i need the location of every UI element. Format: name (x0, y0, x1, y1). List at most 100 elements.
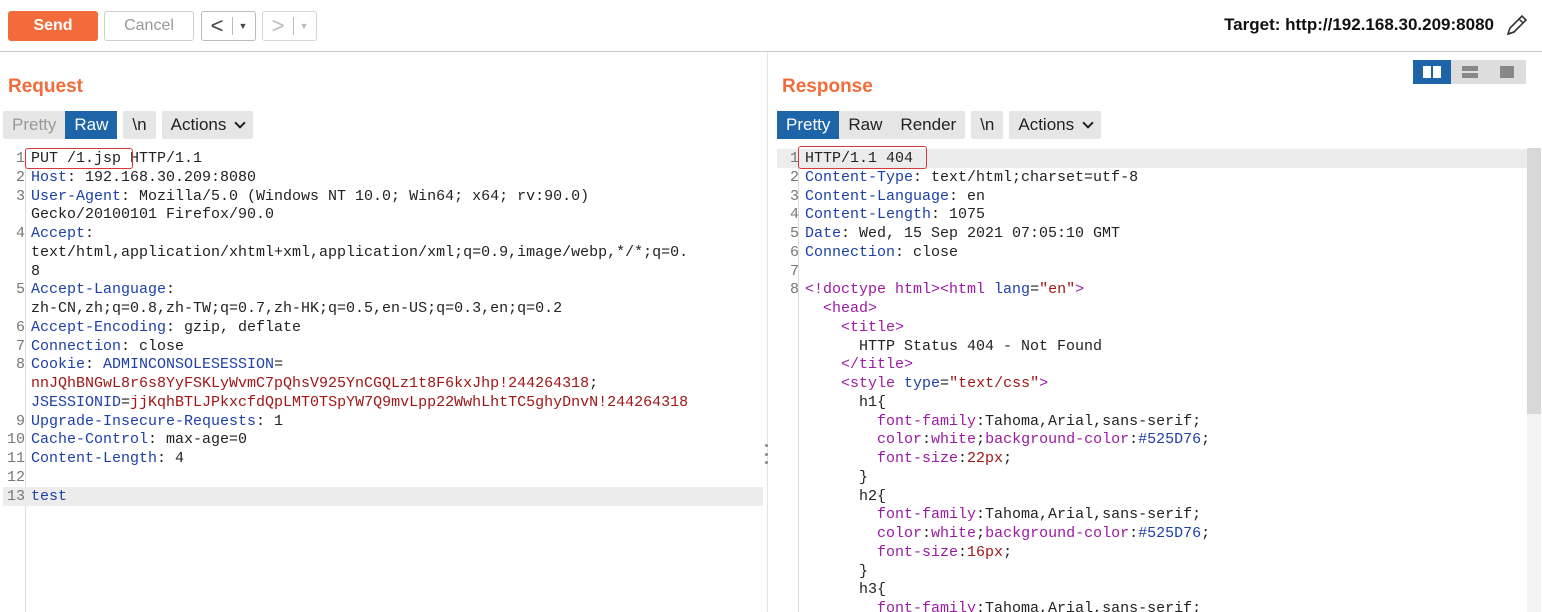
response-code-line[interactable]: h1{ (777, 393, 1527, 412)
code-token: font-family (877, 506, 977, 524)
response-code-line[interactable]: h2{ (777, 487, 1527, 506)
code-text: zh-CN,zh;q=0.8,zh-TW;q=0.7,zh-HK;q=0.5,e… (31, 299, 763, 318)
request-code-line[interactable]: 4 Accept: (3, 224, 763, 243)
request-code-line[interactable]: text/html,application/xhtml+xml,applicat… (3, 243, 763, 262)
request-code-line[interactable]: 10 Cache-Control: max-age=0 (3, 430, 763, 449)
code-text: Accept-Language: (31, 280, 763, 299)
response-code-line[interactable]: font-size:22px; (777, 449, 1527, 468)
response-tab-pretty[interactable]: Pretty (777, 111, 840, 139)
code-token: : 1 (256, 412, 284, 430)
code-text: Upgrade-Insecure-Requests: 1 (31, 412, 763, 431)
response-code-line[interactable]: <head> (777, 299, 1527, 318)
response-code-line[interactable]: </title> (777, 355, 1527, 374)
code-token: "text/css" (949, 375, 1040, 392)
response-code-line[interactable]: 6 Connection: close (777, 243, 1527, 262)
response-title: Response (782, 76, 873, 97)
request-code-line[interactable]: JSESSIONID=jjKqhBTLJPkxcfdQpLMT0TSpYW7Q9… (3, 393, 763, 412)
response-actions-label: Actions (1018, 115, 1075, 134)
code-token: : en (949, 187, 986, 205)
request-code-line[interactable]: 7 Connection: close (3, 337, 763, 356)
dropdown-arrow-icon[interactable]: ▼ (294, 21, 314, 31)
response-code-line[interactable]: } (777, 562, 1527, 581)
request-actions-button[interactable]: Actions (162, 111, 254, 139)
response-code-line[interactable]: 2 Content-Type: text/html;charset=utf-8 (777, 168, 1527, 187)
cancel-button[interactable]: Cancel (104, 11, 194, 41)
line-number: 8 (789, 281, 799, 299)
response-code-line[interactable]: 3 Content-Language: en (777, 187, 1527, 206)
response-code-line[interactable]: color:white;background-color:#525D76; (777, 430, 1527, 449)
code-token: : (958, 543, 968, 561)
request-code-line[interactable]: 12 (3, 468, 763, 487)
code-token: HTTP Status 404 - Not Found (805, 337, 1103, 355)
code-text: Cookie: ADMINCONSOLESESSION= (31, 355, 763, 374)
dropdown-arrow-icon[interactable]: ▼ (233, 21, 253, 31)
history-back-button[interactable]: < ▼ (201, 11, 256, 41)
response-code-line[interactable]: h3{ (777, 580, 1527, 599)
code-text: 8 (31, 262, 763, 281)
request-code-line[interactable]: 9 Upgrade-Insecure-Requests: 1 (3, 412, 763, 431)
response-code-line[interactable]: font-family:Tahoma,Arial,sans-serif; (777, 505, 1527, 524)
code-token: lang (994, 281, 1031, 299)
code-token: font-family (877, 412, 977, 430)
request-code-line[interactable]: zh-CN,zh;q=0.8,zh-TW;q=0.7,zh-HK;q=0.5,e… (3, 299, 763, 318)
request-code-line[interactable]: 5 Accept-Language: (3, 280, 763, 299)
response-scrollbar-thumb[interactable] (1527, 148, 1541, 414)
code-token: Accept-Encoding (31, 318, 167, 336)
code-token: : close (895, 243, 959, 261)
code-token: Upgrade-Insecure-Requests (31, 412, 257, 430)
code-token: Accept-Language (31, 281, 167, 299)
line-number: 2 (789, 168, 799, 186)
response-code-line[interactable]: color:white;background-color:#525D76; (777, 524, 1527, 543)
request-editor[interactable]: 1 PUT /1.jsp HTTP/1.1 2 Host: 192.168.30.20… (3, 148, 763, 612)
response-code-line[interactable]: 4 Content-Length: 1075 (777, 205, 1527, 224)
send-button[interactable]: Send (8, 11, 98, 41)
layout-stacked-icon[interactable] (1451, 60, 1489, 84)
code-text: </title> (805, 355, 1527, 374)
request-code-line[interactable]: 6 Accept-Encoding: gzip, deflate (3, 318, 763, 337)
code-text: text/html,application/xhtml+xml,applicat… (31, 243, 763, 262)
response-code-line[interactable]: <title> (777, 318, 1527, 337)
response-tab-render[interactable]: Render (891, 111, 965, 139)
response-code-line[interactable]: font-size:16px; (777, 543, 1527, 562)
splitter-handle-icon[interactable] (763, 444, 769, 464)
code-text: HTTP Status 404 - Not Found (805, 337, 1527, 356)
code-token: : (166, 281, 176, 299)
pane-divider[interactable] (767, 52, 768, 612)
response-tab-raw[interactable]: Raw (839, 111, 891, 139)
history-forward-button[interactable]: > ▼ (262, 11, 317, 41)
response-code-line[interactable]: font-family:Tahoma,Arial,sans-serif; (777, 599, 1527, 612)
request-code-line[interactable]: 3 User-Agent: Mozilla/5.0 (Windows NT 10.… (3, 187, 763, 206)
layout-tabbed-icon[interactable] (1488, 60, 1526, 84)
request-newline-toggle[interactable]: \n (123, 111, 155, 139)
response-editor[interactable]: 1 HTTP/1.1 404 2 Content-Type: text/html;ch… (777, 148, 1527, 612)
response-code-line[interactable]: font-family:Tahoma,Arial,sans-serif; (777, 412, 1527, 431)
request-code-line[interactable]: 8 (3, 262, 763, 281)
request-tab-raw[interactable]: Raw (65, 111, 118, 139)
code-text: color:white;background-color:#525D76; (805, 430, 1527, 449)
response-code-line[interactable]: HTTP Status 404 - Not Found (777, 337, 1527, 356)
request-code-line[interactable]: 8 Cookie: ADMINCONSOLESESSION= (3, 355, 763, 374)
response-actions-button[interactable]: Actions (1009, 111, 1101, 139)
pencil-icon[interactable] (1502, 10, 1532, 40)
chevron-right-icon: > (271, 13, 285, 38)
request-code-line[interactable]: nnJQhBNGwL8r6s8YyFSKLyWvmC7pQhsV925YnCGQ… (3, 374, 763, 393)
code-token: color (877, 431, 923, 449)
response-code-line[interactable]: 7 (777, 262, 1527, 281)
response-code-line[interactable]: <style type="text/css"> (777, 374, 1527, 393)
response-code-line[interactable]: 5 Date: Wed, 15 Sep 2021 07:05:10 GMT (777, 224, 1527, 243)
request-code-line[interactable]: Gecko/20100101 Firefox/90.0 (3, 205, 763, 224)
response-newline-toggle[interactable]: \n (971, 111, 1003, 139)
request-tab-pretty[interactable]: Pretty (3, 111, 65, 139)
code-token: font-family (877, 600, 977, 612)
request-code-line[interactable]: 11 Content-Length: 4 (3, 449, 763, 468)
code-token: white (931, 431, 977, 449)
request-code-line[interactable]: 13 test (3, 486, 763, 506)
code-token: Connection (805, 243, 896, 261)
response-code-line[interactable]: 8 <!doctype html><html lang="en"> (777, 280, 1527, 299)
code-token: : (922, 431, 932, 449)
layout-side-by-side-icon[interactable] (1413, 60, 1451, 84)
request-code-line[interactable]: 2 Host: 192.168.30.209:8080 (3, 168, 763, 187)
response-code-line[interactable]: } (777, 468, 1527, 487)
